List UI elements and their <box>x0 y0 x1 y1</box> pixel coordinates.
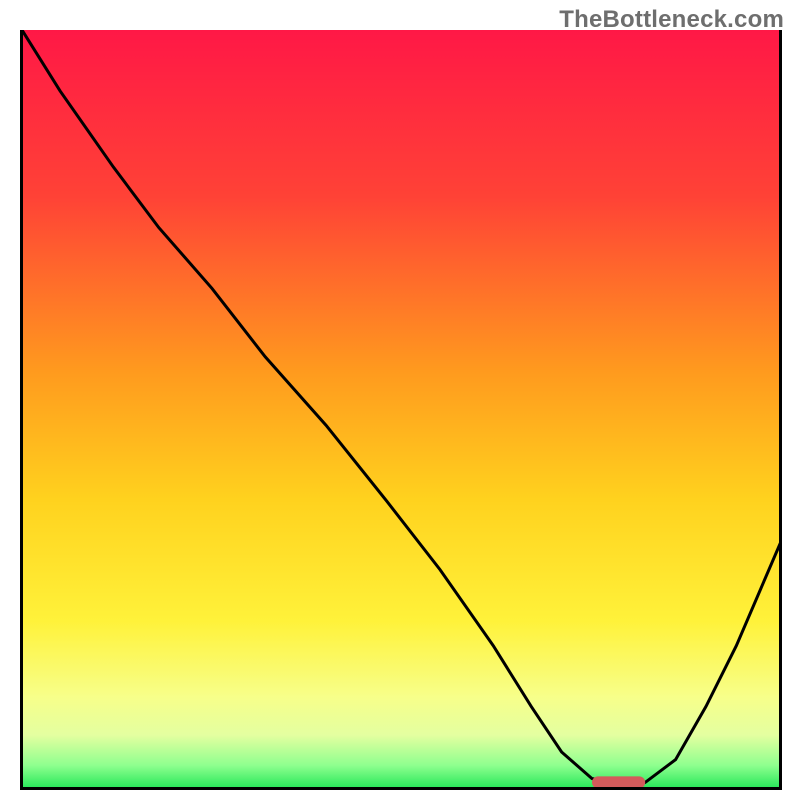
gradient-background <box>22 30 782 788</box>
target-marker <box>592 776 645 788</box>
chart-container: { "watermark": "TheBottleneck.com", "cha… <box>0 0 800 800</box>
watermark-text: TheBottleneck.com <box>559 6 784 34</box>
bottleneck-chart <box>0 0 800 800</box>
